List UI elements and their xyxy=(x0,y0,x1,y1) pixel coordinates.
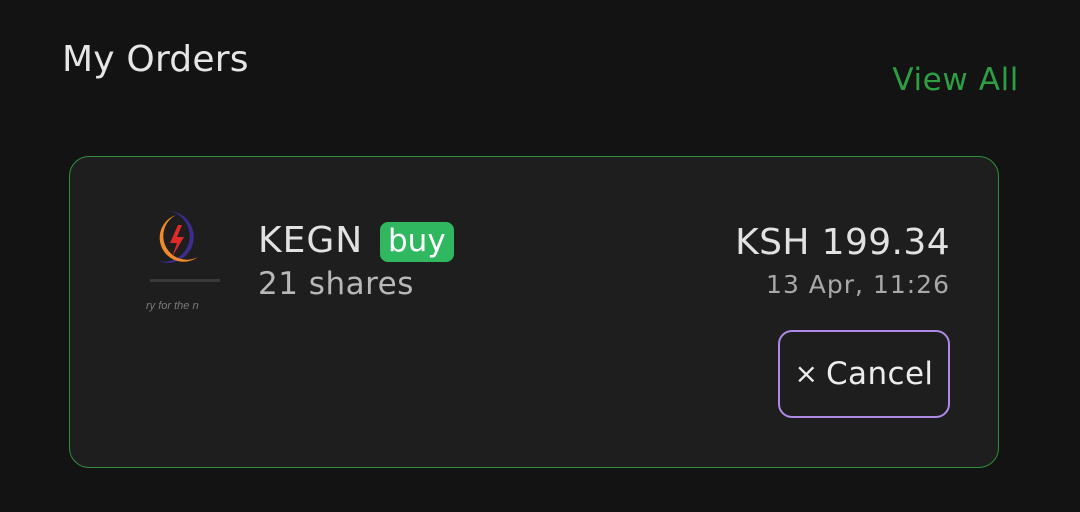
stock-ticker: KEGN xyxy=(258,220,364,261)
order-amount: KSH 199.34 xyxy=(735,222,950,263)
view-all-link[interactable]: View All xyxy=(892,60,1019,100)
orders-screen: My Orders View All ry for the n KEGN buy… xyxy=(0,0,1080,512)
close-icon: × xyxy=(794,357,819,390)
order-side-badge: buy xyxy=(380,222,454,262)
page-title: My Orders xyxy=(62,39,249,80)
cancel-button[interactable]: × Cancel xyxy=(778,330,950,418)
logo-tagline: ry for the n xyxy=(146,300,199,312)
share-count: 21 shares xyxy=(258,266,414,302)
kengen-logo-icon: ry for the n xyxy=(140,205,240,315)
order-card[interactable]: ry for the n KEGN buy 21 shares KSH 199.… xyxy=(69,156,999,468)
cancel-button-label: Cancel xyxy=(826,356,934,392)
order-timestamp: 13 Apr, 11:26 xyxy=(766,270,950,299)
